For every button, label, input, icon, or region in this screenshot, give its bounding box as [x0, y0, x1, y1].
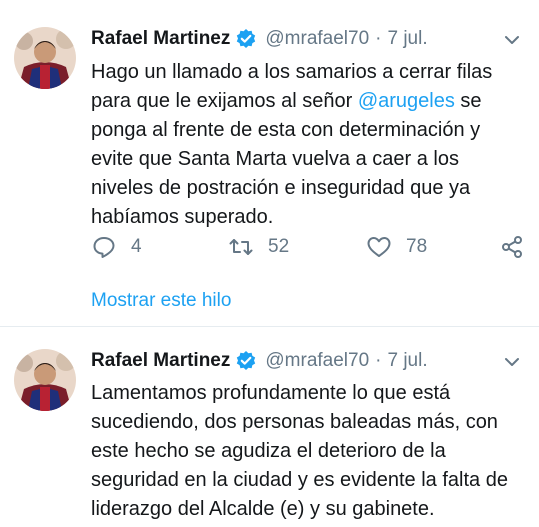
reply-count: 4 — [131, 236, 142, 257]
like-icon — [367, 237, 391, 257]
tweet-text-line: este hecho se agudiza el deterioro de la — [91, 440, 446, 462]
reply-icon — [93, 237, 115, 258]
tweet-text: Hago un llamado a los samarios a cerrar … — [91, 58, 521, 232]
separator-dot: · — [375, 28, 382, 49]
tweet-text-line: Lamentamos profundamente lo que está — [91, 382, 451, 404]
chevron-down-icon[interactable] — [503, 31, 521, 49]
retweet-count: 52 — [268, 236, 290, 257]
author-name[interactable]: Rafael Martinez — [91, 28, 230, 50]
author-handle[interactable]: @mrafael70 — [265, 350, 369, 372]
author-handle[interactable]: @mrafael70 — [265, 28, 369, 50]
separator-dot: · — [375, 350, 382, 371]
retweet-button[interactable]: 52 — [228, 234, 289, 260]
retweet-icon — [229, 239, 253, 255]
tweet-text-fragment: para que le exijamos al señor — [91, 90, 358, 112]
tweet-text: Lamentamos profundamente lo que está suc… — [91, 379, 521, 524]
like-count: 78 — [406, 236, 428, 257]
tweet[interactable]: Rafael Martinez @mrafael70 · 7 jul. Hago… — [0, 0, 539, 327]
tweet-text-line: habíamos superado. — [91, 206, 274, 228]
tweet-date[interactable]: 7 jul. — [387, 350, 427, 372]
tweet-text-line: para que le exijamos al señor @arugeles … — [91, 87, 521, 116]
tweet-header: Rafael Martinez @mrafael70 · 7 jul. — [91, 26, 428, 52]
avatar[interactable] — [14, 27, 76, 89]
share-icon — [502, 236, 522, 258]
verified-badge-icon — [235, 28, 257, 50]
show-thread-link[interactable]: Mostrar este hilo — [91, 290, 231, 312]
avatar[interactable] — [14, 349, 76, 411]
tweet-header: Rafael Martinez @mrafael70 · 7 jul. — [91, 348, 428, 374]
tweet-text-line: evite que Santa Marta vuelva a caer a lo… — [91, 148, 459, 170]
share-button[interactable] — [499, 234, 525, 260]
author-name[interactable]: Rafael Martinez — [91, 350, 230, 372]
tweet-text-fragment: se — [454, 90, 482, 112]
tweet-text-line: Hago un llamado a los samarios a cerrar … — [91, 61, 493, 83]
reply-button[interactable]: 4 — [91, 234, 142, 260]
tweet-actions: 4 52 78 — [91, 234, 531, 262]
tweet-text-line: seguridad en la ciudad y es evidente la … — [91, 469, 508, 491]
tweet-text-line: niveles de postración e inseguridad que … — [91, 177, 471, 199]
tweet-text-line: liderazgo del Alcalde (e) y su gabinete. — [91, 498, 435, 520]
tweet[interactable]: Rafael Martinez @mrafael70 · 7 jul. Lame… — [0, 327, 539, 527]
tweet-date[interactable]: 7 jul. — [387, 28, 427, 50]
tweet-text-line: sucediendo, dos personas baleadas más, c… — [91, 411, 498, 433]
mention-link[interactable]: @arugeles — [358, 90, 455, 112]
like-button[interactable]: 78 — [366, 234, 427, 260]
tweet-text-line: ponga al frente de esta con determinació… — [91, 119, 481, 141]
verified-badge-icon — [235, 350, 257, 372]
chevron-down-icon[interactable] — [503, 353, 521, 371]
